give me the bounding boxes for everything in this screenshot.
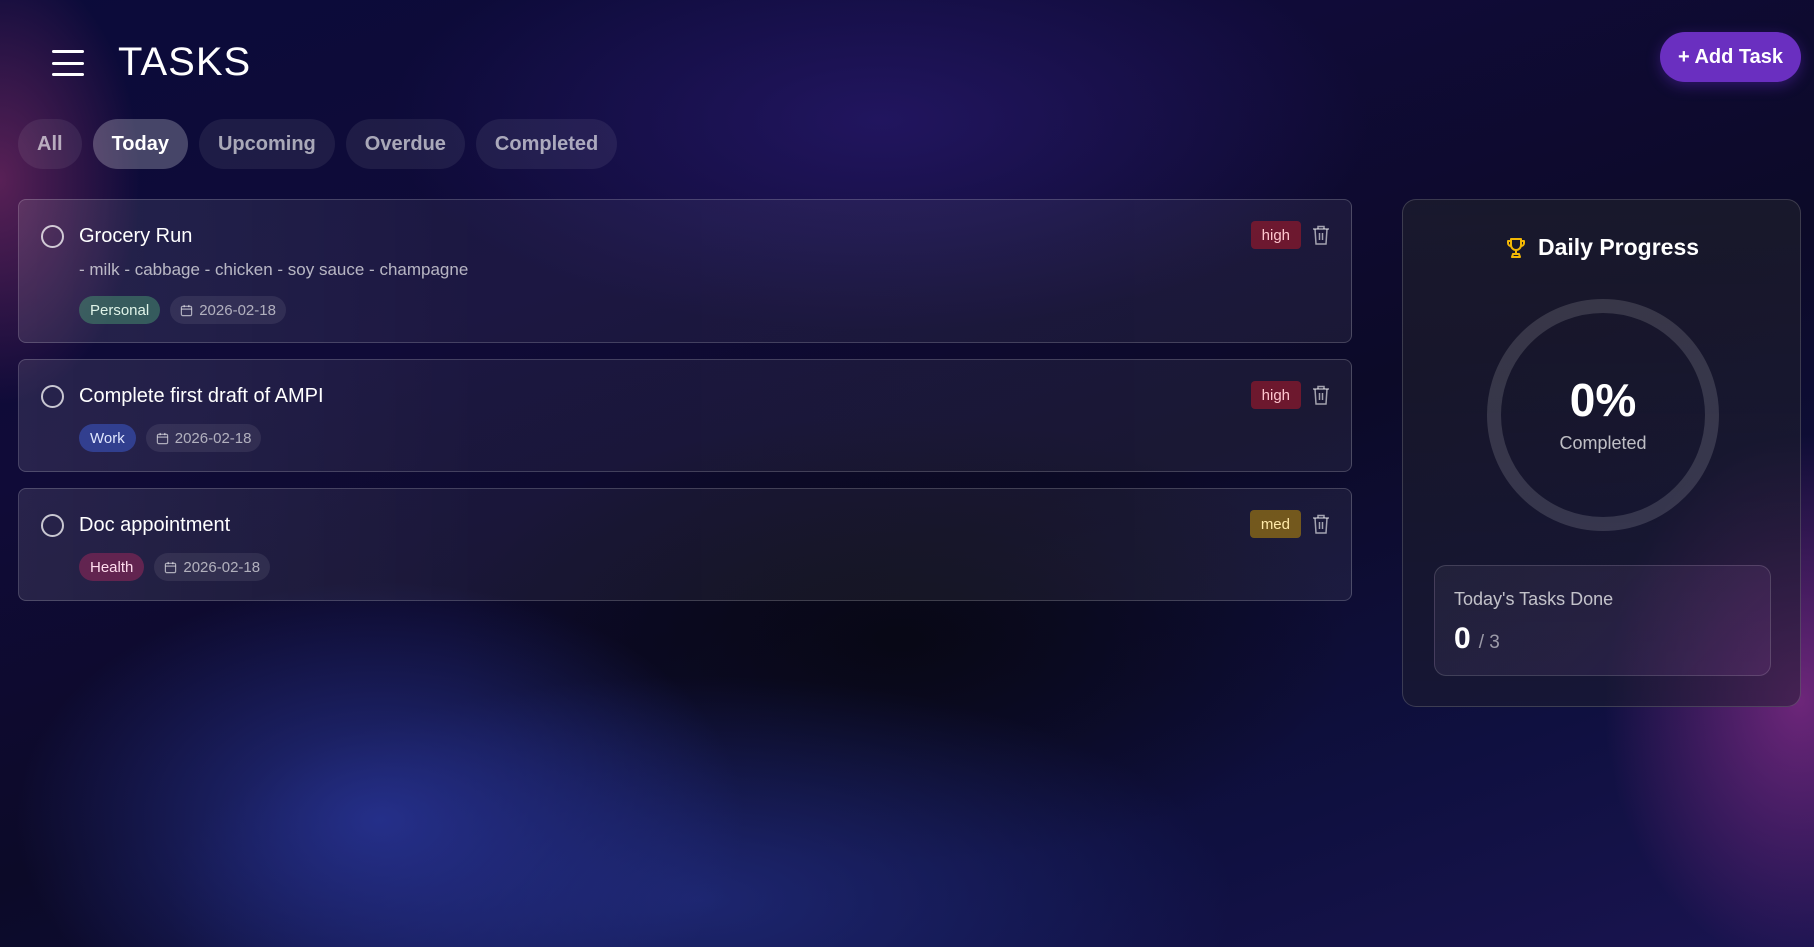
menu-icon-bar (52, 50, 84, 53)
task-checkbox[interactable] (41, 385, 64, 408)
task-meta: Work 2026-02-18 (79, 424, 262, 452)
add-task-button[interactable]: + Add Task (1660, 32, 1801, 82)
progress-title: Daily Progress (1537, 234, 1700, 260)
date-chip: 2026-02-18 (145, 424, 262, 452)
total-count: / 3 (1478, 632, 1500, 653)
due-date: 2026-02-18 (183, 558, 261, 576)
progress-percent: 0% (1569, 373, 1637, 426)
progress-ring-label: 0% Completed (1486, 298, 1720, 532)
date-chip: 2026-02-18 (170, 296, 286, 324)
stats-label: Today's Tasks Done (1454, 589, 1614, 609)
tab-all[interactable]: All (18, 119, 82, 169)
trash-icon[interactable] (1311, 224, 1331, 246)
calendar-icon (156, 432, 168, 444)
trophy-icon (1506, 237, 1525, 258)
task-card[interactable]: Complete first draft of AMPI Work 2026-0… (18, 359, 1352, 472)
task-meta: Health 2026-02-18 (79, 553, 271, 581)
priority-badge: med (1249, 510, 1301, 538)
task-card[interactable]: Grocery Run - milk - cabbage - chicken -… (18, 199, 1352, 343)
tab-overdue[interactable]: Overdue (345, 119, 465, 169)
task-checkbox[interactable] (41, 514, 64, 537)
filter-tabs: All Today Upcoming Overdue Completed (18, 119, 618, 169)
priority-badge: high (1250, 381, 1301, 409)
progress-heading: Daily Progress (1403, 234, 1800, 261)
calendar-icon (180, 304, 193, 316)
task-list: Grocery Run - milk - cabbage - chicken -… (18, 199, 1352, 617)
task-title: Doc appointment (79, 514, 231, 536)
category-tag: Health (79, 553, 145, 581)
task-card[interactable]: Doc appointment Health 2026-02-18 med (18, 488, 1352, 601)
menu-icon[interactable] (52, 50, 84, 76)
calendar-icon (165, 561, 177, 573)
menu-icon-bar (52, 61, 84, 65)
tab-completed[interactable]: Completed (475, 119, 618, 169)
due-date: 2026-02-18 (199, 301, 276, 319)
tasks-done-stats: Today's Tasks Done 0 / 3 (1434, 565, 1771, 676)
progress-percent-label: Completed (1559, 432, 1647, 453)
tab-upcoming[interactable]: Upcoming (198, 119, 335, 169)
due-date: 2026-02-18 (174, 429, 252, 447)
task-description: - milk - cabbage - chicken - soy sauce -… (79, 260, 469, 279)
page-title: TASKS (118, 40, 252, 84)
progress-panel: Daily Progress 0% Completed Today's Task… (1402, 199, 1801, 707)
trash-icon[interactable] (1311, 384, 1331, 406)
stats-value: 0 / 3 (1454, 622, 1500, 656)
priority-badge: high (1250, 221, 1301, 249)
task-title: Complete first draft of AMPI (79, 385, 324, 407)
task-checkbox[interactable] (41, 225, 64, 248)
category-tag: Work (79, 424, 136, 452)
task-meta: Personal 2026-02-18 (79, 296, 286, 324)
menu-icon-bar (52, 73, 84, 76)
done-count: 0 (1454, 622, 1471, 655)
tab-today[interactable]: Today (92, 119, 188, 169)
trash-icon[interactable] (1311, 513, 1331, 535)
task-title: Grocery Run (79, 225, 193, 247)
category-tag: Personal (79, 296, 161, 324)
date-chip: 2026-02-18 (154, 553, 271, 581)
